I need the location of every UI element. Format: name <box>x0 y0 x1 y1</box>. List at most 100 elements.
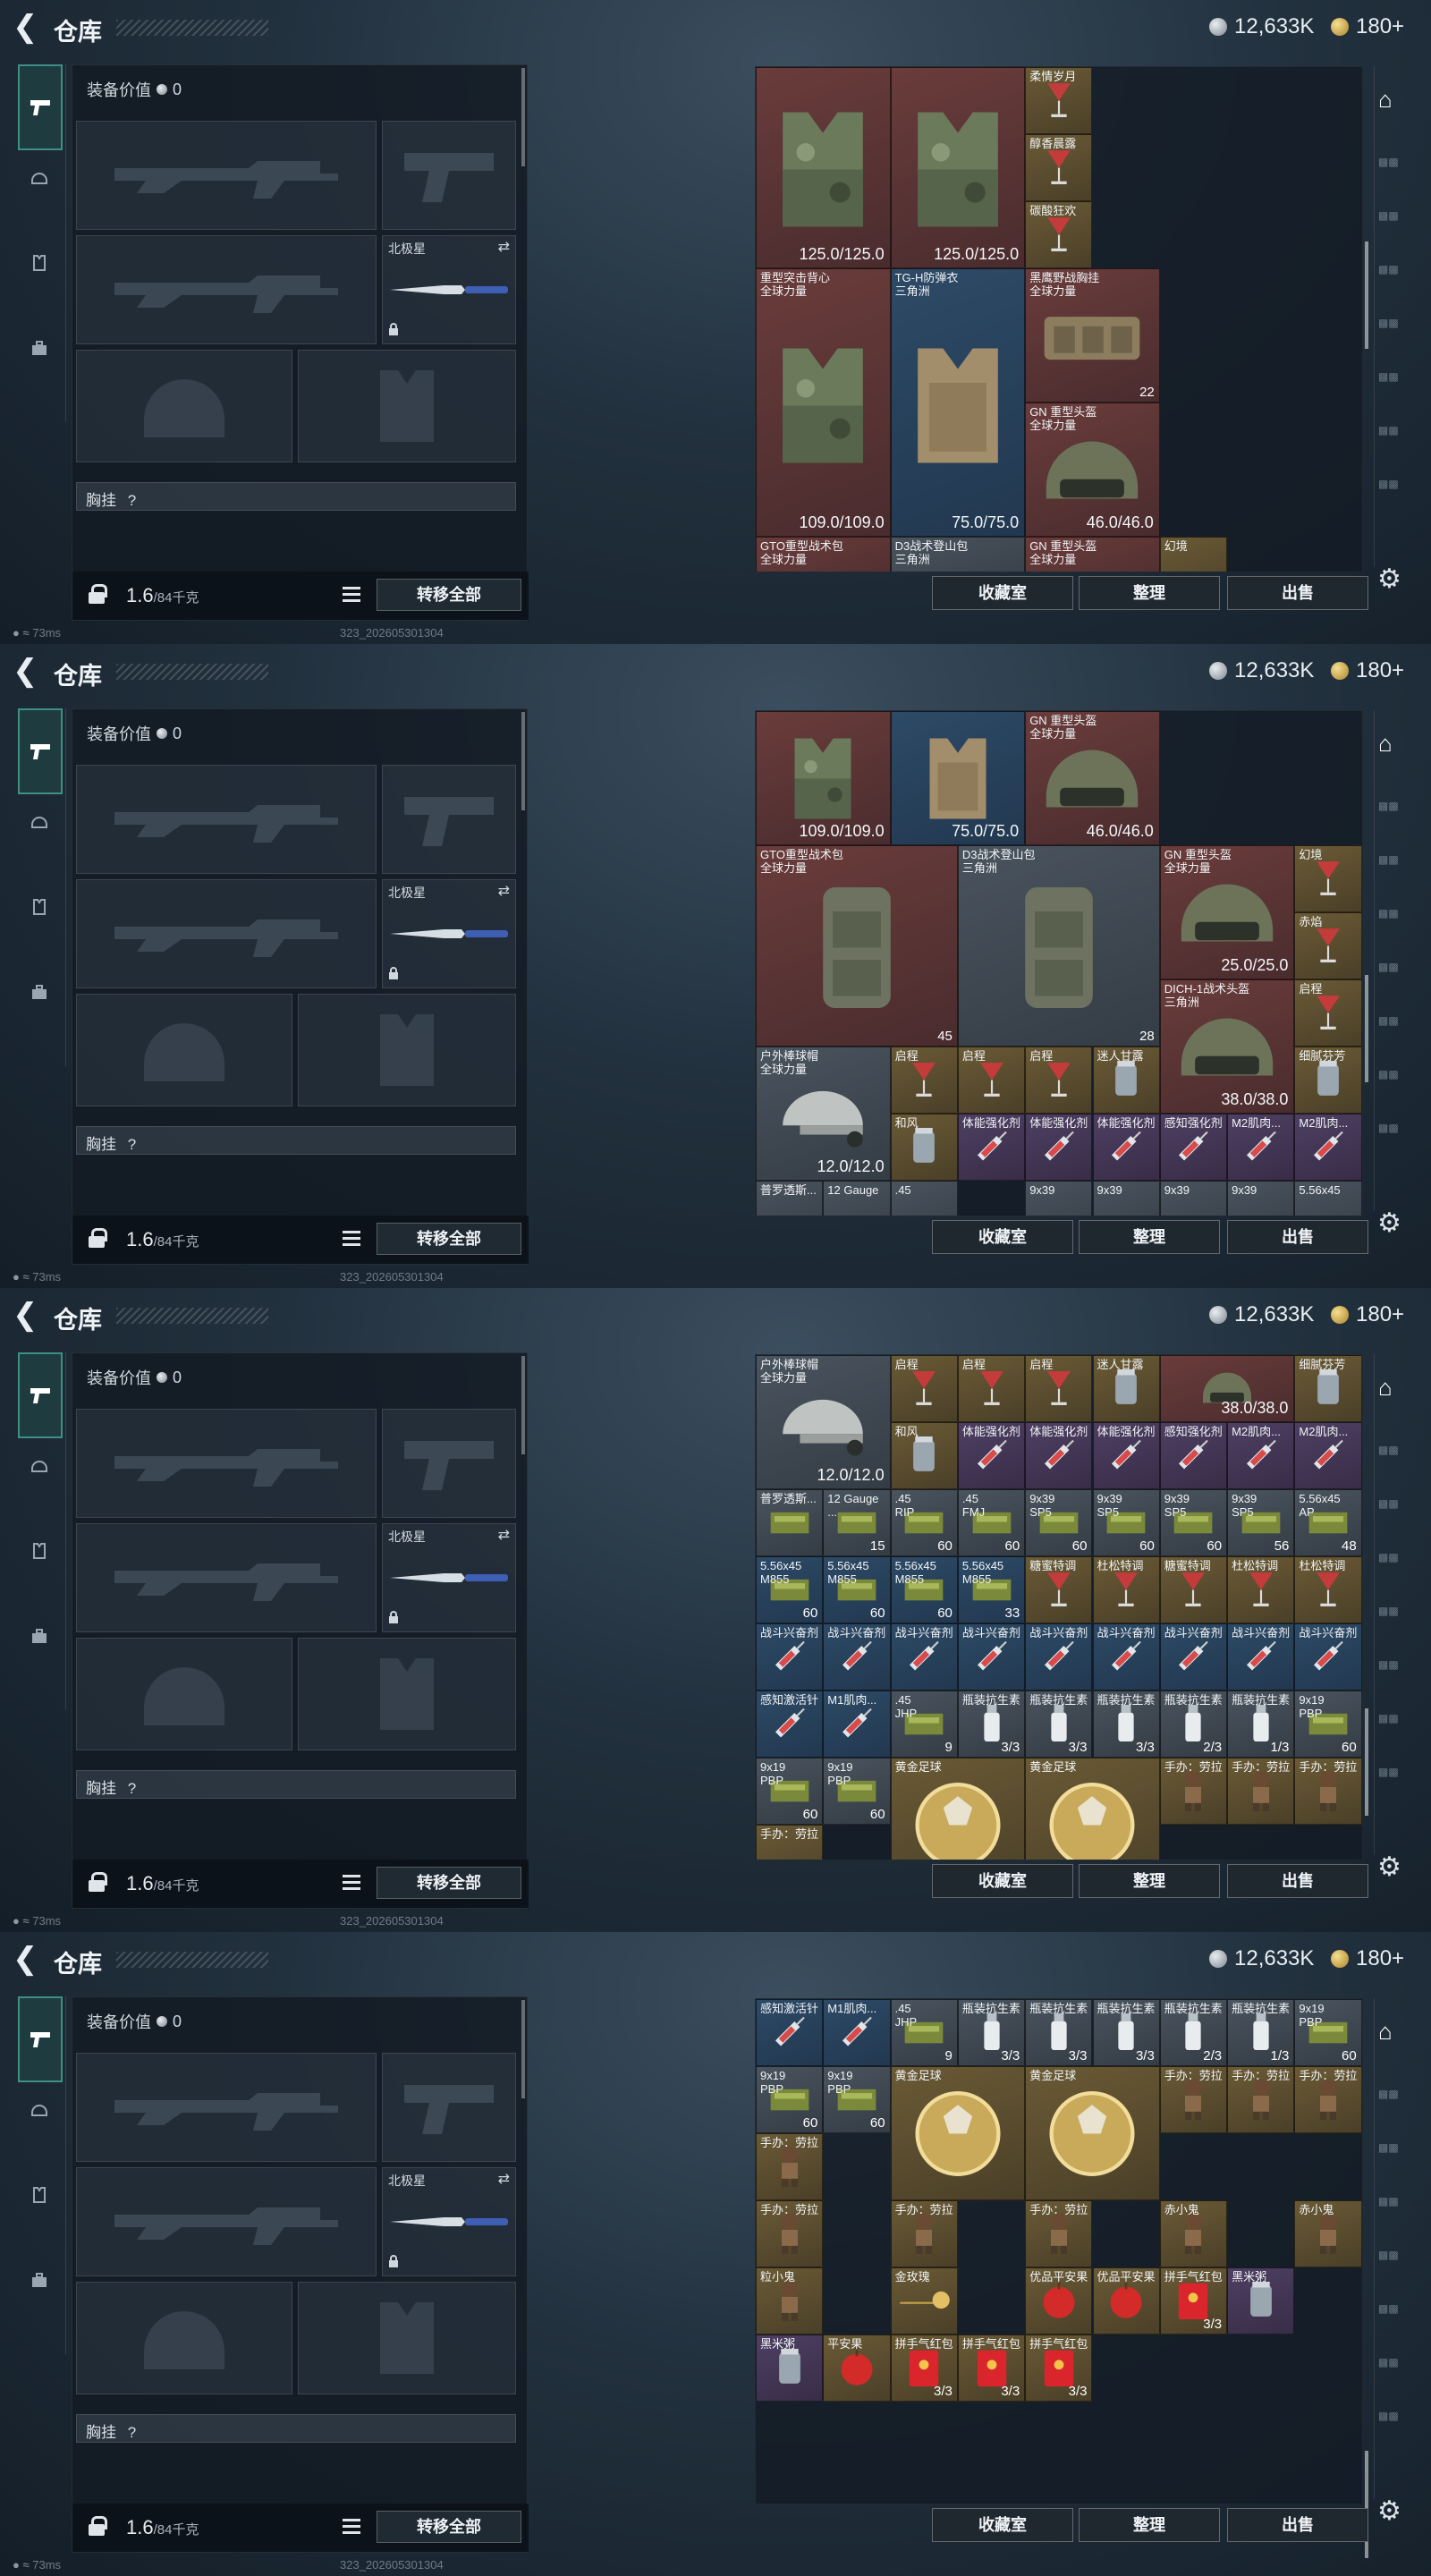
storage-item[interactable]: 糖蜜特调 <box>1159 1556 1228 1623</box>
back-arrow-icon[interactable]: ❮ <box>13 655 45 687</box>
sell-button[interactable]: 出售 <box>1227 2508 1368 2542</box>
storage-item[interactable]: 9x19 PBP 60 <box>1294 1690 1362 1758</box>
back-arrow-icon[interactable]: ❮ <box>13 1943 45 1975</box>
tab-armor[interactable] <box>20 159 59 199</box>
tab-backpack[interactable] <box>20 329 59 369</box>
storage-item[interactable]: .45 JHP 9 <box>890 1999 958 2066</box>
storage-item[interactable]: 手办：劳拉 <box>1159 2066 1228 2133</box>
storage-item[interactable]: M1肌肉... <box>823 1999 891 2066</box>
collection-room-button[interactable]: 收藏室 <box>932 1864 1073 1898</box>
tab-weapons[interactable] <box>18 708 63 794</box>
armor-slot[interactable] <box>298 350 516 462</box>
storage-item[interactable]: 9x39 <box>1092 1181 1160 1216</box>
storage-item[interactable]: 迷人甘露 <box>1092 1046 1160 1114</box>
storage-item[interactable]: 手办：劳拉 <box>756 1825 824 1860</box>
swap-icon[interactable]: ⇄ <box>498 2170 510 2188</box>
storage-item[interactable]: 糖蜜特调 <box>1025 1556 1093 1623</box>
knife-slot[interactable]: 北极星 ⇄ <box>382 235 516 344</box>
page-tab-4[interactable]: ▩▩ <box>1378 961 1412 987</box>
swap-icon[interactable]: ⇄ <box>498 882 510 900</box>
tab-armor[interactable] <box>20 2091 59 2131</box>
primary-weapon-slot[interactable] <box>76 2053 377 2162</box>
page-tab-6[interactable]: ▩▩ <box>1378 1712 1412 1739</box>
storage-item[interactable]: 战斗兴奋剂 <box>890 1623 958 1690</box>
tab-backpack[interactable] <box>20 2261 59 2301</box>
storage-item[interactable]: .45 FMJ 60 <box>957 1489 1026 1556</box>
storage-item[interactable]: 手办：劳拉 <box>756 2200 824 2267</box>
sell-button[interactable]: 出售 <box>1227 1220 1368 1254</box>
storage-item[interactable]: 5.56x45 M855 33 <box>957 1556 1026 1623</box>
tab-rig[interactable] <box>20 243 59 283</box>
help-icon[interactable]: ? <box>128 2424 136 2441</box>
storage-item[interactable]: 9x39 SP5 60 <box>1025 1489 1093 1556</box>
storage-item[interactable]: 重型突击背心 全球力量 109.0/109.0 <box>756 268 891 537</box>
storage-item[interactable]: 普罗透斯... <box>756 1181 824 1216</box>
help-icon[interactable]: ? <box>128 1136 136 1153</box>
storage-item[interactable]: 黄金足球 <box>1025 2066 1160 2200</box>
storage-item[interactable]: 启程 <box>957 1046 1026 1114</box>
storage-item[interactable]: 幻境 <box>1159 537 1228 572</box>
storage-item[interactable]: 杜松特调 <box>1227 1556 1295 1623</box>
transfer-all-button[interactable]: 转移全部 <box>377 2511 521 2543</box>
page-tab-5[interactable]: ▩▩ <box>1378 370 1412 397</box>
helmet-slot[interactable] <box>76 350 292 462</box>
list-icon[interactable] <box>343 2519 360 2535</box>
storage-item[interactable]: 杜松特调 <box>1092 1556 1160 1623</box>
storage-item[interactable]: 瓶装抗生素 3/3 <box>1092 1999 1160 2066</box>
storage-item[interactable]: GN 重型头盔 全球力量 <box>1025 537 1160 572</box>
storage-item[interactable]: M2肌肉... <box>1294 1114 1362 1181</box>
storage-item[interactable]: 黄金足球 <box>1025 1758 1160 1860</box>
storage-item[interactable]: 9x39 <box>1227 1181 1295 1216</box>
back-arrow-icon[interactable]: ❮ <box>13 1299 45 1331</box>
sell-button[interactable]: 出售 <box>1227 1864 1368 1898</box>
transfer-all-button[interactable]: 转移全部 <box>377 1867 521 1899</box>
storage-item[interactable]: 平安果 <box>823 2334 891 2402</box>
storage-item[interactable]: 瓶装抗生素 3/3 <box>957 1999 1026 2066</box>
storage-item[interactable]: 赤焰 <box>1294 912 1362 979</box>
page-tab-1[interactable]: ▩▩ <box>1378 156 1412 182</box>
storage-item[interactable]: 战斗兴奋剂 <box>756 1623 824 1690</box>
page-tab-3[interactable]: ▩▩ <box>1378 907 1412 934</box>
storage-item[interactable]: 瓶装抗生素 3/3 <box>1025 1690 1093 1758</box>
collection-room-button[interactable]: 收藏室 <box>932 2508 1073 2542</box>
page-tab-6[interactable]: ▩▩ <box>1378 2356 1412 2383</box>
storage-item[interactable]: 瓶装抗生素 3/3 <box>957 1690 1026 1758</box>
storage-item[interactable]: 黄金足球 <box>890 1758 1026 1860</box>
storage-item[interactable]: 9x39 <box>1159 1181 1228 1216</box>
storage-item[interactable]: 赤小鬼 <box>1159 2200 1228 2267</box>
gear-icon[interactable]: ⚙ <box>1377 1208 1401 1239</box>
storage-item[interactable]: 9x19 PBP 60 <box>823 1758 891 1825</box>
storage-item[interactable]: 拼手气红包 3/3 <box>890 2334 958 2402</box>
storage-item[interactable]: 黑米粥 <box>756 2334 824 2402</box>
knife-slot[interactable]: 北极星 ⇄ <box>382 1523 516 1632</box>
storage-item[interactable]: 9x19 PBP 60 <box>1294 1999 1362 2066</box>
tab-armor[interactable] <box>20 803 59 843</box>
page-tab-4[interactable]: ▩▩ <box>1378 317 1412 343</box>
storage-item[interactable]: GTO重型战术包 全球力量 <box>756 537 891 572</box>
gear-icon[interactable]: ⚙ <box>1377 1852 1401 1883</box>
pistol-slot[interactable] <box>382 2053 516 2162</box>
storage-item[interactable]: 手办：劳拉 <box>890 2200 958 2267</box>
storage-item[interactable]: 12 Gauge <box>823 1181 891 1216</box>
storage-item[interactable]: 战斗兴奋剂 <box>1294 1623 1362 1690</box>
page-tab-6[interactable]: ▩▩ <box>1378 424 1412 451</box>
storage-item[interactable]: M2肌肉... <box>1227 1422 1295 1489</box>
primary-weapon-slot[interactable] <box>76 121 377 230</box>
helmet-slot[interactable] <box>76 2282 292 2394</box>
storage-item[interactable]: 粒小鬼 <box>756 2267 824 2334</box>
helmet-slot[interactable] <box>76 994 292 1106</box>
pistol-slot[interactable] <box>382 121 516 230</box>
page-tab-4[interactable]: ▩▩ <box>1378 1605 1412 1631</box>
storage-item[interactable]: 瓶装抗生素 1/3 <box>1227 1999 1295 2066</box>
storage-item[interactable]: 黑米粥 <box>1227 2267 1295 2334</box>
sort-button[interactable]: 整理 <box>1079 1220 1220 1254</box>
warehouse-home-icon[interactable]: ⌂ <box>1378 1374 1412 1401</box>
storage-item[interactable]: 战斗兴奋剂 <box>1159 1623 1228 1690</box>
storage-item[interactable]: 户外棒球帽 全球力量 12.0/12.0 <box>756 1355 891 1489</box>
helmet-slot[interactable] <box>76 1638 292 1750</box>
storage-item[interactable]: 手办：劳拉 <box>1294 2066 1362 2133</box>
sort-button[interactable]: 整理 <box>1079 576 1220 610</box>
storage-item[interactable]: GN 重型头盔 全球力量 46.0/46.0 <box>1025 402 1160 537</box>
storage-item[interactable]: .45 RIP 60 <box>890 1489 958 1556</box>
storage-item[interactable]: 手办：劳拉 <box>756 2133 824 2200</box>
